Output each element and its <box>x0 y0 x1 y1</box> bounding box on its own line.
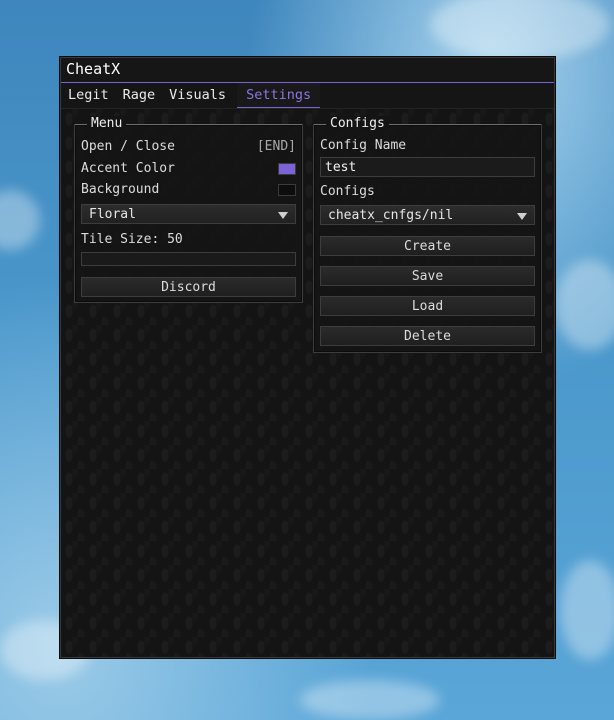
load-button[interactable]: Load <box>320 296 535 316</box>
tab-content: Menu Open / Close [END] Accent Color Bac… <box>61 109 554 657</box>
tab-settings[interactable]: Settings <box>237 83 321 108</box>
background-pattern-dropdown[interactable]: Floral <box>81 204 296 224</box>
configs-group: Configs Config Name test Configs cheatx_… <box>313 116 542 353</box>
tab-bar: Legit Rage Visuals Settings <box>61 83 554 109</box>
open-close-row: Open / Close [END] <box>81 139 296 155</box>
background-pattern-value: Floral <box>89 207 136 222</box>
accent-color-row: Accent Color <box>81 161 296 177</box>
configs-dropdown-value: cheatx_cnfgs/nil <box>328 208 454 223</box>
configs-dropdown[interactable]: cheatx_cnfgs/nil <box>320 205 535 225</box>
delete-button[interactable]: Delete <box>320 326 535 346</box>
accent-color-label: Accent Color <box>81 161 175 176</box>
tab-visuals[interactable]: Visuals <box>162 83 233 108</box>
menu-group: Menu Open / Close [END] Accent Color Bac… <box>74 116 303 303</box>
tab-rage[interactable]: Rage <box>116 83 163 108</box>
open-close-label: Open / Close <box>81 139 175 154</box>
background-label: Background <box>81 182 160 197</box>
tile-size-label: Tile Size: 50 <box>81 232 183 247</box>
tab-legit[interactable]: Legit <box>61 83 116 108</box>
window-title[interactable]: CheatX <box>61 58 554 83</box>
create-button[interactable]: Create <box>320 236 535 256</box>
cheat-menu-window[interactable]: CheatX Legit Rage Visuals Settings Menu … <box>60 57 555 658</box>
chevron-down-icon <box>517 213 527 220</box>
background-row: Background <box>81 182 296 198</box>
chevron-down-icon <box>278 212 288 219</box>
menu-group-title: Menu <box>87 116 127 132</box>
config-name-label: Config Name <box>320 138 407 153</box>
accent-color-swatch[interactable] <box>278 163 296 175</box>
save-button[interactable]: Save <box>320 266 535 286</box>
discord-button[interactable]: Discord <box>81 277 296 297</box>
background-color-swatch[interactable] <box>278 184 296 196</box>
configs-group-title: Configs <box>326 116 389 132</box>
open-close-keybind[interactable]: [END] <box>257 139 296 155</box>
configs-label: Configs <box>320 184 375 199</box>
tile-size-slider[interactable] <box>81 252 296 266</box>
config-name-input[interactable]: test <box>320 157 535 177</box>
